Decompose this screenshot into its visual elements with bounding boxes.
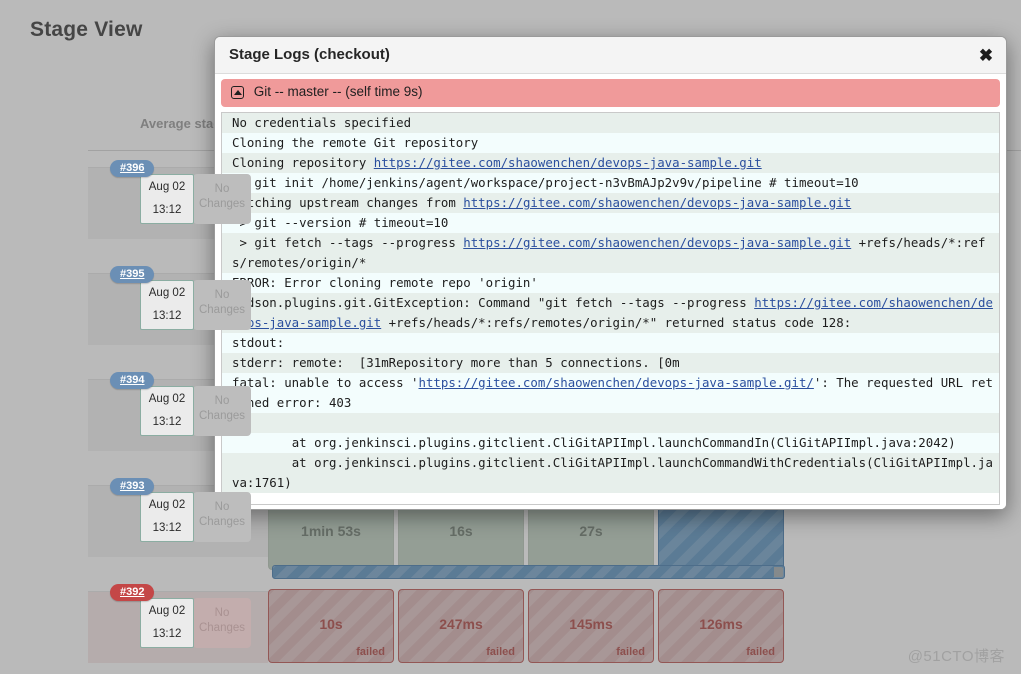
log-line: ERROR: Error cloning remote repo 'origin… [222, 273, 999, 293]
log-line: > git --version # timeout=10 [222, 213, 999, 233]
build-date: Aug 02 [148, 605, 186, 617]
log-link[interactable]: https://gitee.com/shaowenchen/devops-jav… [232, 295, 993, 330]
modal-title: Stage Logs (checkout) [229, 46, 390, 63]
build-timestamp-cell[interactable]: Aug 02 13:12 [140, 280, 194, 330]
build-timestamp-cell[interactable]: Aug 02 13:12 [140, 386, 194, 436]
build-timestamp-cell[interactable]: Aug 02 13:12 [140, 598, 194, 648]
build-timestamp-cell[interactable]: Aug 02 13:12 [140, 174, 194, 224]
build-changes-cell[interactable]: No Changes [193, 598, 251, 648]
log-line: Cloning the remote Git repository [222, 133, 999, 153]
log-line: at org.jenkinsci.plugins.gitclient.CliGi… [222, 433, 999, 453]
build-changes-cell[interactable]: No Changes [193, 492, 251, 542]
log-line: > git init /home/jenkins/agent/workspace… [222, 173, 999, 193]
build-date: Aug 02 [148, 287, 186, 299]
build-changes-cell[interactable]: No Changes [193, 386, 251, 436]
log-line [222, 413, 999, 433]
build-changes-cell[interactable]: No Changes [193, 174, 251, 224]
modal-body: Git -- master -- (self time 9s) No crede… [215, 74, 1006, 509]
log-line: at org.jenkinsci.plugins.gitclient.CliGi… [222, 453, 999, 493]
build-time: 13:12 [152, 522, 182, 534]
build-time: 13:12 [152, 416, 182, 428]
build-number-link[interactable]: #394 [110, 372, 155, 389]
screen: Stage View Average stage t #396 Aug 02 13:… [0, 0, 1021, 674]
log-step-header[interactable]: Git -- master -- (self time 9s) [221, 79, 1000, 107]
log-line: stdout: [222, 333, 999, 353]
collapse-toggle-icon[interactable] [231, 86, 244, 99]
modal-header: Stage Logs (checkout) ✖ [215, 37, 1006, 74]
build-time: 13:12 [152, 310, 182, 322]
log-line: fatal: unable to access 'https://gitee.c… [222, 373, 999, 413]
build-date: Aug 02 [148, 181, 186, 193]
log-line: hudson.plugins.git.GitException: Command… [222, 293, 999, 333]
log-step-label: Git -- master -- (self time 9s) [253, 84, 423, 99]
log-console[interactable]: No credentials specified Cloning the remo… [221, 112, 1000, 505]
build-time: 13:12 [152, 628, 182, 640]
log-line: No credentials specified [222, 113, 999, 133]
build-date: Aug 02 [148, 499, 186, 511]
build-date: Aug 02 [148, 393, 186, 405]
log-line: stderr: remote: [31mRepository more than… [222, 353, 999, 373]
log-link[interactable]: https://gitee.com/shaowenchen/devops-jav… [419, 375, 814, 390]
log-link[interactable]: https://gitee.com/shaowenchen/devops-jav… [463, 195, 851, 210]
build-number-link[interactable]: #395 [110, 266, 155, 283]
build-number-link[interactable]: #392 [110, 584, 155, 601]
stage-logs-modal: Stage Logs (checkout) ✖ Git -- master --… [214, 36, 1007, 510]
log-link[interactable]: https://gitee.com/shaowenchen/devops-jav… [374, 155, 762, 170]
close-icon[interactable]: ✖ [976, 45, 996, 65]
build-time: 13:12 [152, 204, 182, 216]
log-line: Cloning repository https://gitee.com/sha… [222, 153, 999, 173]
build-number-link[interactable]: #393 [110, 478, 155, 495]
log-link[interactable]: https://gitee.com/shaowenchen/devops-jav… [463, 235, 851, 250]
log-line: Fetching upstream changes from https://g… [222, 193, 999, 213]
build-changes-cell[interactable]: No Changes [193, 280, 251, 330]
build-number-link[interactable]: #396 [110, 160, 155, 177]
log-line: > git fetch --tags --progress https://gi… [222, 233, 999, 273]
build-timestamp-cell[interactable]: Aug 02 13:12 [140, 492, 194, 542]
